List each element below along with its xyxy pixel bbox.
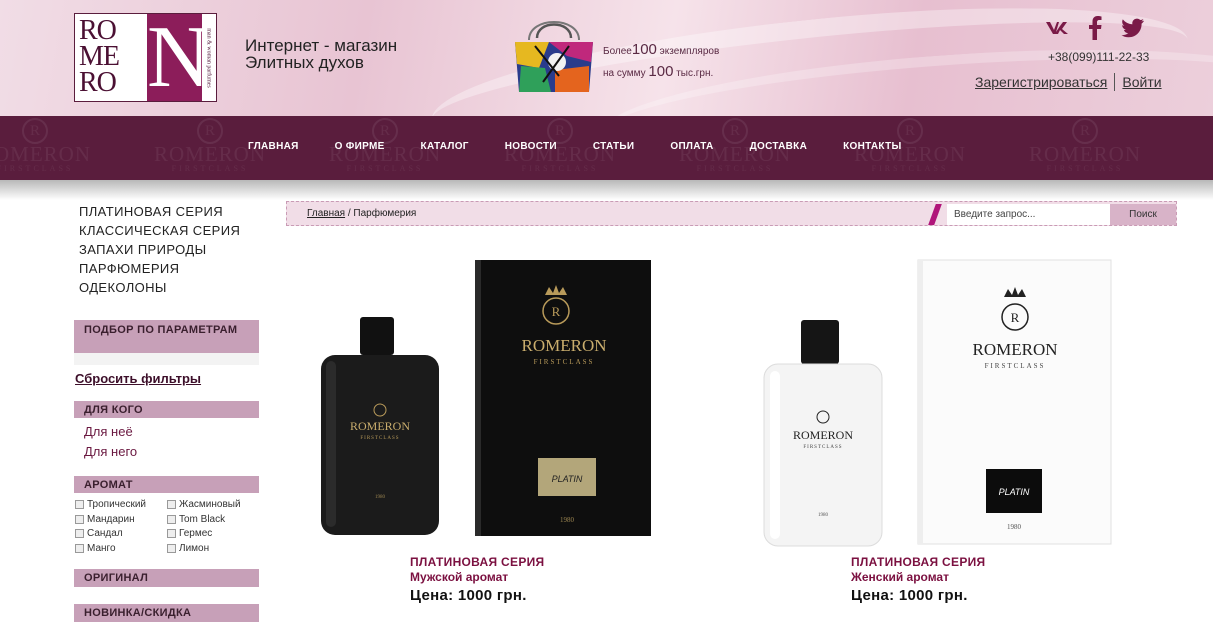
category-list: ПЛАТИНОВАЯ СЕРИЯ КЛАССИЧЕСКАЯ СЕРИЯ ЗАПА… (79, 202, 240, 297)
filter-heading-underlay (74, 353, 259, 365)
checkbox[interactable] (167, 514, 176, 524)
breadcrumb-home-link[interactable]: Главная (307, 208, 345, 219)
reset-filters-link[interactable]: Сбросить фильтры (75, 371, 201, 386)
nav-item-articles[interactable]: СТАТЬИ (593, 141, 634, 152)
site-logo[interactable]: RO ME RO N man & woman parfumes (74, 13, 217, 102)
product-art-text: FIRSTCLASS (985, 362, 1046, 370)
product-art-text: 1980 (560, 516, 575, 524)
product-art-text: 1980 (375, 495, 386, 500)
checkbox[interactable] (167, 529, 176, 539)
product-art-text: FIRSTCLASS (803, 445, 842, 450)
aroma-tropical[interactable]: Тропический (75, 498, 167, 512)
phone-number: +38(099)111-22-33 (1048, 50, 1150, 64)
promo-text: Более100 экземпляров на сумму 100 тыс.гр… (603, 41, 720, 80)
category-classic[interactable]: КЛАССИЧЕСКАЯ СЕРИЯ (79, 221, 240, 240)
product-type: Мужской аромат (410, 570, 509, 584)
new-discount-heading[interactable]: НОВИНКА/СКИДКА (74, 604, 259, 622)
filter-heading: ПОДБОР ПО ПАРАМЕТРАМ (74, 320, 259, 353)
register-link[interactable]: Зарегистрироваться (975, 74, 1107, 90)
checkbox[interactable] (167, 500, 176, 510)
checkbox[interactable] (75, 544, 84, 554)
aroma-mango[interactable]: Манго (75, 542, 167, 556)
nav-item-home[interactable]: ГЛАВНАЯ (248, 141, 299, 152)
svg-text:R: R (552, 304, 561, 319)
filter-for-him[interactable]: Для него (84, 444, 137, 459)
nav-item-catalog[interactable]: КАТАЛОГ (421, 141, 469, 152)
auth-links: Зарегистрироваться Войти (975, 73, 1162, 91)
product-price: Цена: 1000 грн. (410, 587, 527, 604)
aroma-heading: АРОМАТ (74, 476, 259, 493)
original-heading[interactable]: ОРИГИНАЛ (74, 569, 259, 587)
breadcrumb-current: Парфюмерия (353, 208, 417, 219)
svg-text:R: R (1011, 310, 1020, 325)
aroma-filters: Тропический Жасминовый Мандарин Tom Blac… (75, 498, 262, 555)
aroma-jasmine[interactable]: Жасминовый (167, 498, 262, 512)
twitter-icon[interactable] (1121, 16, 1145, 40)
nav-watermark-logo: RROMERONFIRSTCLASS (1010, 116, 1160, 180)
product-type: Женский аромат (851, 570, 949, 584)
nav-watermark-logo: RROMERONFIRSTCLASS (0, 116, 110, 180)
for-whom-heading: ДЛЯ КОГО (74, 401, 259, 418)
search-divider (928, 204, 942, 225)
checkbox[interactable] (75, 514, 84, 524)
nav-item-payment[interactable]: ОПЛАТА (670, 141, 713, 152)
breadcrumb: Главная / Парфюмерия (307, 208, 417, 219)
category-colognes[interactable]: ОДЕКОЛОНЫ (79, 278, 240, 297)
nav-item-news[interactable]: НОВОСТИ (505, 141, 557, 152)
product-series-link[interactable]: ПЛАТИНОВАЯ СЕРИЯ (410, 555, 545, 569)
social-links (1045, 16, 1145, 40)
nav-item-delivery[interactable]: ДОСТАВКА (750, 141, 808, 152)
logo-letter: N (147, 9, 211, 106)
vk-icon[interactable] (1045, 16, 1069, 40)
product-series-link[interactable]: ПЛАТИНОВАЯ СЕРИЯ (851, 555, 986, 569)
site-header: RO ME RO N man & woman parfumes Интернет… (0, 0, 1213, 116)
facebook-icon[interactable] (1083, 16, 1107, 40)
product-image-women[interactable]: R ROMERON FIRSTCLASS PLATIN 1980 ROMERON… (760, 257, 1115, 549)
checkbox[interactable] (167, 544, 176, 554)
product-art-text: PLATIN (999, 487, 1030, 497)
product-art-text: FIRSTCLASS (360, 436, 399, 441)
login-link[interactable]: Войти (1122, 74, 1161, 90)
aroma-hermes[interactable]: Гермес (167, 527, 262, 541)
product-art-text: ROMERON (972, 340, 1057, 359)
search-button[interactable]: Поиск (1110, 204, 1176, 225)
main-nav: RROMERONFIRSTCLASSRROMERONFIRSTCLASSRROM… (0, 116, 1213, 180)
product-art-text: FIRSTCLASS (534, 358, 595, 366)
aroma-sandal[interactable]: Сандал (75, 527, 167, 541)
auth-divider (1114, 73, 1116, 91)
aroma-tom-black[interactable]: Tom Black (167, 513, 262, 527)
logo-side-text: man & woman parfumes (202, 14, 216, 101)
nav-shadow (0, 180, 1213, 200)
nav-item-about[interactable]: О ФИРМЕ (335, 141, 385, 152)
product-art-text: ROMERON (521, 336, 606, 355)
aroma-mandarin[interactable]: Мандарин (75, 513, 167, 527)
product-price: Цена: 1000 грн. (851, 587, 968, 604)
logo-wordmark: RO ME RO (79, 15, 120, 98)
site-tagline: Интернет - магазин Элитных духов (245, 36, 398, 72)
product-art-text: 1980 (818, 513, 829, 518)
product-art-text: ROMERON (350, 419, 410, 433)
product-art-text: 1980 (1007, 523, 1022, 531)
aroma-lemon[interactable]: Лимон (167, 542, 262, 556)
category-platinum[interactable]: ПЛАТИНОВАЯ СЕРИЯ (79, 202, 240, 221)
handbag-icon (515, 21, 593, 92)
product-art-text: ROMERON (793, 428, 853, 442)
category-nature[interactable]: ЗАПАХИ ПРИРОДЫ (79, 240, 240, 259)
category-perfumery[interactable]: ПАРФЮМЕРИЯ (79, 259, 240, 278)
product-image-men[interactable]: R ROMERON FIRSTCLASS PLATIN 1980 ROMERON… (318, 257, 653, 543)
search-input[interactable] (947, 204, 1110, 225)
checkbox[interactable] (75, 529, 84, 539)
product-art-text: PLATIN (552, 474, 583, 484)
nav-item-contacts[interactable]: КОНТАКТЫ (843, 141, 901, 152)
nav-menu: ГЛАВНАЯ О ФИРМЕ КАТАЛОГ НОВОСТИ СТАТЬИ О… (248, 141, 938, 152)
breadcrumb-search-bar: Главная / Парфюмерия Поиск (286, 201, 1177, 226)
filter-for-her[interactable]: Для неё (84, 424, 133, 439)
checkbox[interactable] (75, 500, 84, 510)
